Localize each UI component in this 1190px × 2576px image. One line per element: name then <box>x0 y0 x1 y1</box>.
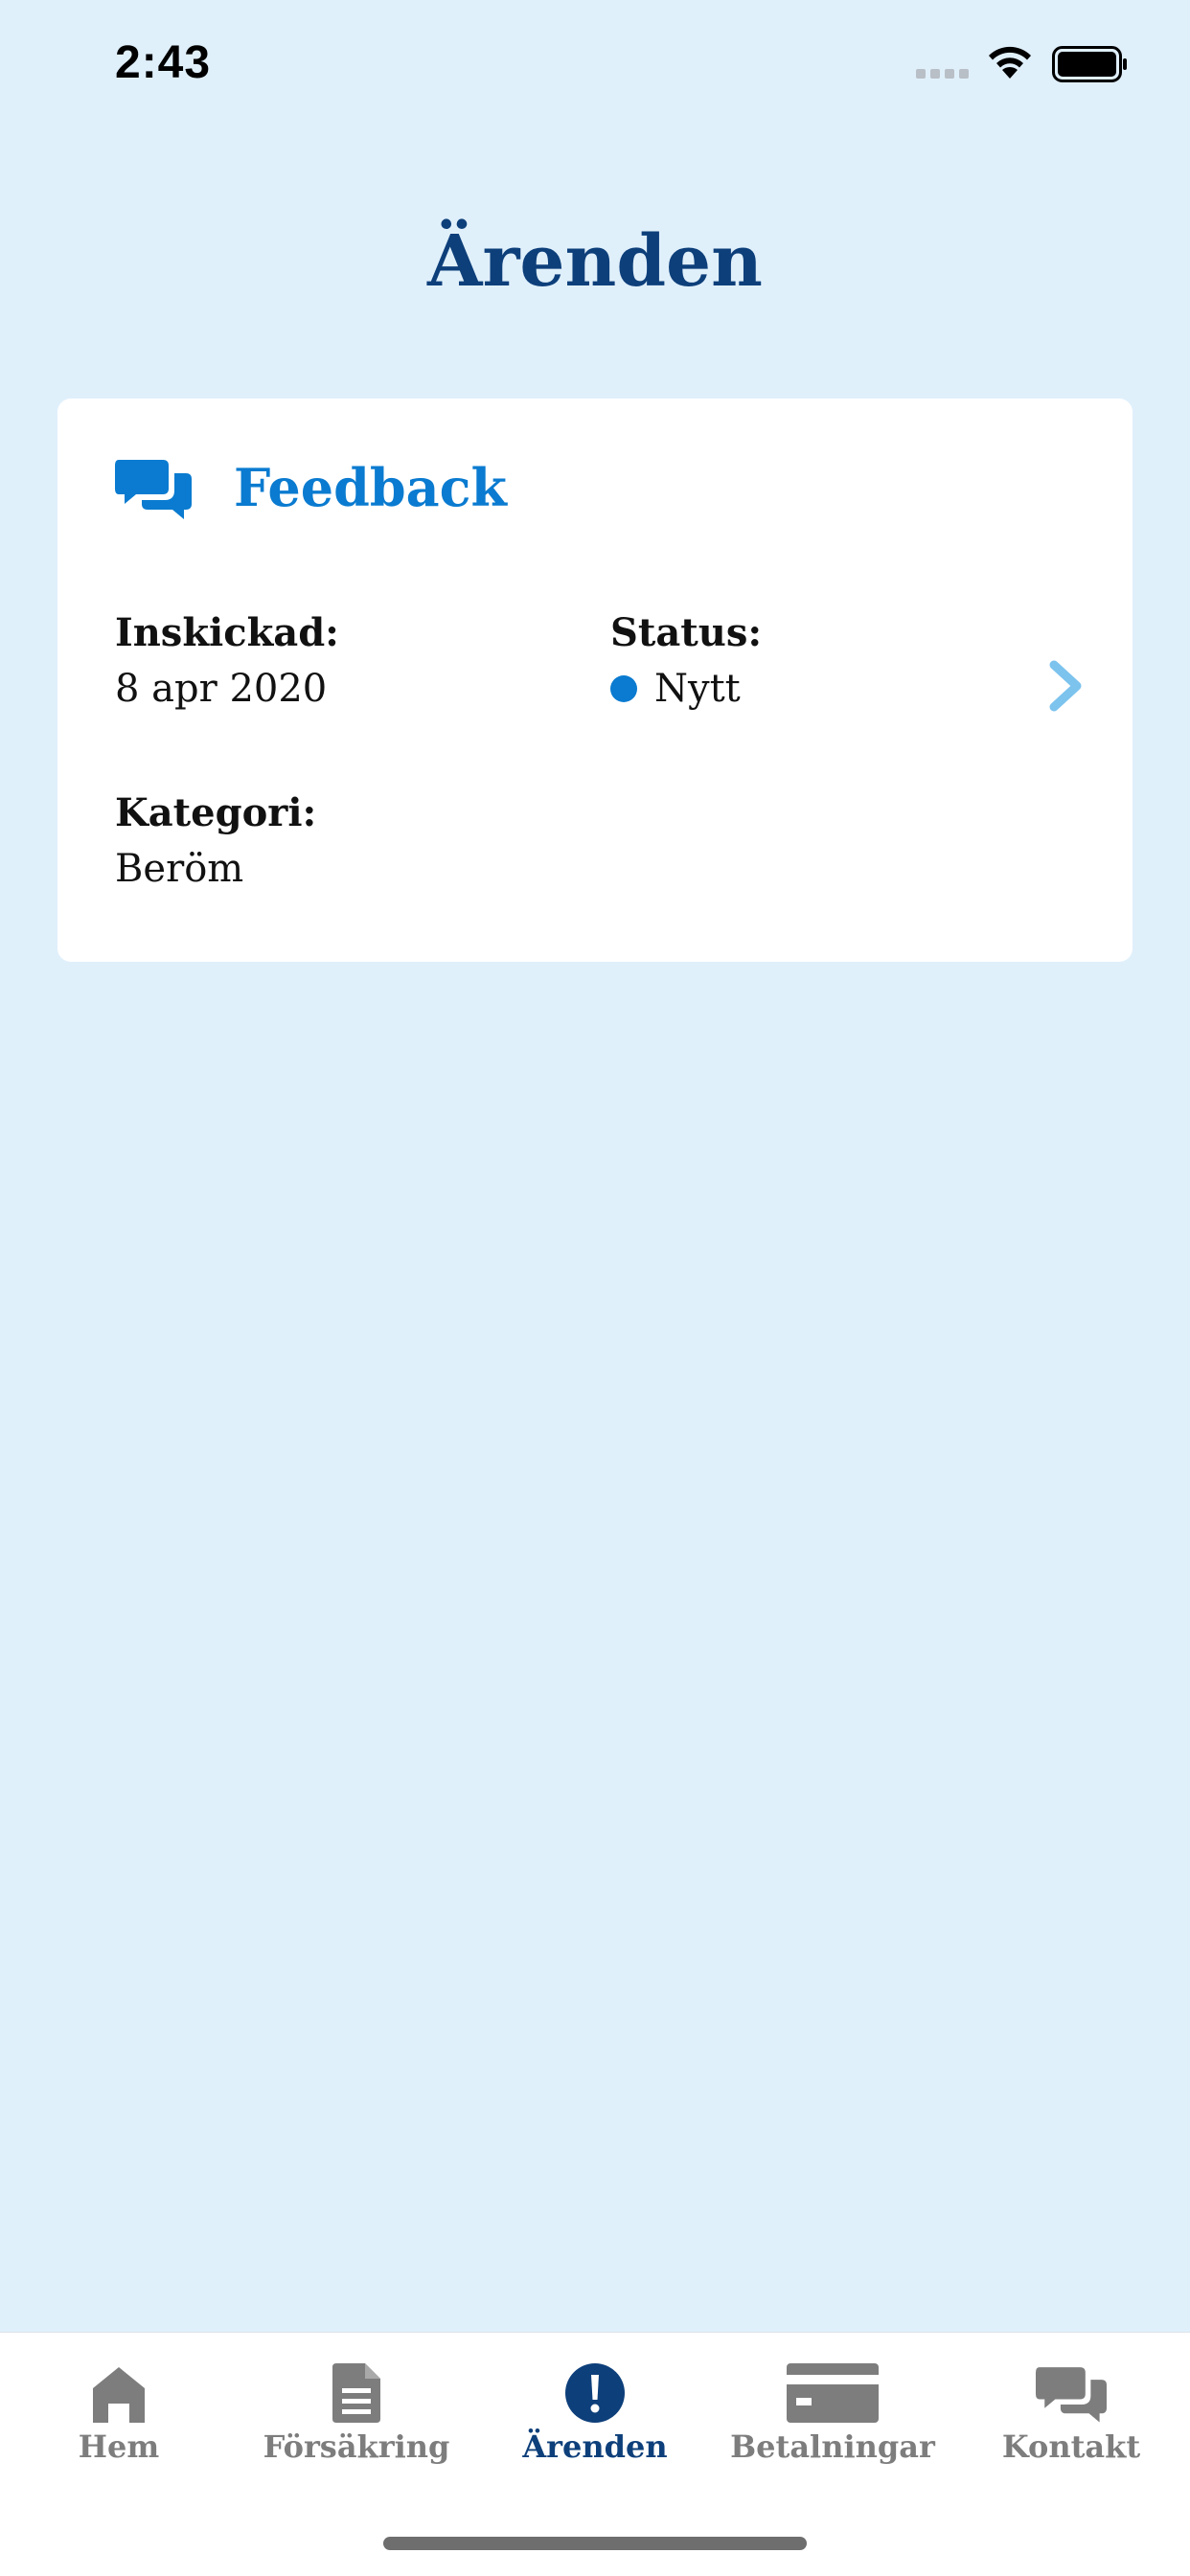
status-time: 2:43 <box>115 37 212 88</box>
status-value: Nytt <box>654 667 741 711</box>
submitted-value: 8 apr 2020 <box>115 667 328 711</box>
document-icon <box>332 2363 380 2423</box>
home-indicator[interactable] <box>383 2537 807 2550</box>
category-field: Kategori: Beröm <box>115 786 316 897</box>
page-title: Ärenden <box>427 220 763 303</box>
chat-bubbles-icon <box>115 460 192 519</box>
status-label: Status: <box>610 610 763 655</box>
status-value-row: Nytt <box>610 661 762 717</box>
tab-label: Hem <box>78 2428 160 2465</box>
tab-label: Försäkring <box>263 2428 450 2465</box>
status-field: Status: Nytt <box>610 605 762 717</box>
tab-arenden[interactable]: Ärenden <box>476 2352 714 2465</box>
card-title: Feedback <box>234 457 507 518</box>
wifi-icon <box>989 46 1031 79</box>
category-label: Kategori: <box>115 790 317 835</box>
status-dot-icon <box>610 675 637 702</box>
credit-card-icon <box>787 2363 879 2423</box>
card-header: Feedback <box>115 456 507 519</box>
chevron-right-icon[interactable] <box>1042 657 1090 715</box>
exclamation-icon <box>565 2363 625 2423</box>
status-bar: 2:43 <box>0 0 1190 134</box>
cellular-signal-icon <box>916 69 969 79</box>
tab-forsakring[interactable]: Försäkring <box>238 2352 475 2465</box>
feedback-case-card[interactable]: Feedback Inskickad: 8 apr 2020 Status: N… <box>57 399 1133 962</box>
submitted-label: Inskickad: <box>115 610 339 655</box>
chat-bubbles-icon <box>1036 2367 1107 2423</box>
tab-betalningar[interactable]: Betalningar <box>714 2352 951 2465</box>
home-icon <box>93 2367 145 2423</box>
category-value: Beröm <box>115 847 244 891</box>
submitted-field: Inskickad: 8 apr 2020 <box>115 605 339 717</box>
tab-hem[interactable]: Hem <box>0 2352 238 2465</box>
tab-kontakt[interactable]: Kontakt <box>952 2352 1190 2465</box>
battery-icon <box>1052 46 1127 82</box>
tab-label: Kontakt <box>1001 2428 1141 2465</box>
tab-label: Ärenden <box>522 2428 668 2465</box>
tab-label: Betalningar <box>730 2428 935 2465</box>
